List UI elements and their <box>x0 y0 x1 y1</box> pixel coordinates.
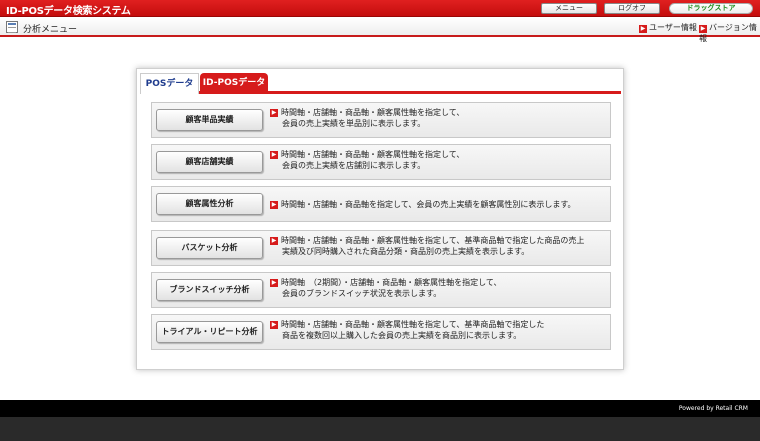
tab-bar: POSデータ ID-POSデータ <box>140 73 621 94</box>
arrow-right-icon: ▶ <box>270 321 278 329</box>
customer-attribute-analysis-button[interactable]: 顧客属性分析 <box>156 193 263 215</box>
arrow-right-icon: ▶ <box>270 151 278 159</box>
trial-repeat-analysis-button[interactable]: トライアル・リピート分析 <box>156 321 263 343</box>
description-line: 時間軸・店舗軸・商品軸・顧客属性軸を指定して、 <box>281 150 465 159</box>
row-description: 時間軸・店舗軸・商品軸・顧客属性軸を指定して、 会員の売上実績を単品別に表示しま… <box>281 107 611 129</box>
description-line: 会員のブランドスイッチ状況を表示します。 <box>282 289 442 298</box>
menu-row-trial-repeat: トライアル・リピート分析 ▶ 時間軸・店舗軸・商品軸・顧客属性軸を指定して、基準… <box>151 314 611 350</box>
top-header-bar: ID-POSデータ検索システム メニュー ログオフ ドラッグストア <box>0 0 760 17</box>
row-description: 時間軸・店舗軸・商品軸を指定して、会員の売上実績を顧客属性別に表示します。 <box>281 199 611 210</box>
customer-store-results-button[interactable]: 顧客店舗実績 <box>156 151 263 173</box>
footer-bar: Powered by Retail CRM <box>0 400 760 417</box>
menu-list-icon <box>6 21 18 33</box>
version-info-link[interactable]: ▶ バージョン情報 <box>699 22 760 44</box>
menu-row-brand-switch: ブランドスイッチ分析 ▶ 時間軸 （2期間）・店舗軸・商品軸・顧客属性軸を指定し… <box>151 272 611 308</box>
description-line: 会員の売上実績を単品別に表示します。 <box>282 119 426 128</box>
customer-item-results-button[interactable]: 顧客単品実績 <box>156 109 263 131</box>
description-line: 商品を複数回以上購入した会員の売上実績を商品別に表示します。 <box>282 331 522 340</box>
row-description: 時間軸・店舗軸・商品軸・顧客属性軸を指定して、 会員の売上実績を店舗別に表示しま… <box>281 149 611 171</box>
brand-switch-analysis-button[interactable]: ブランドスイッチ分析 <box>156 279 263 301</box>
description-line: 時間軸・店舗軸・商品軸・顧客属性軸を指定して、 <box>281 108 465 117</box>
version-info-label: バージョン情報 <box>699 23 757 43</box>
row-description: 時間軸 （2期間）・店舗軸・商品軸・顧客属性軸を指定して、 会員のブランドスイッ… <box>281 277 611 299</box>
description-line: 会員の売上実績を店舗別に表示します。 <box>282 161 426 170</box>
arrow-right-icon: ▶ <box>270 279 278 287</box>
menu-row-customer-store: 顧客店舗実績 ▶ 時間軸・店舗軸・商品軸・顧客属性軸を指定して、 会員の売上実績… <box>151 144 611 180</box>
description-line: 時間軸 （2期間）・店舗軸・商品軸・顧客属性軸を指定して、 <box>281 278 502 287</box>
arrow-right-icon: ▶ <box>270 201 278 209</box>
menu-row-basket: バスケット分析 ▶ 時間軸・店舗軸・商品軸・顧客属性軸を指定して、基準商品軸で指… <box>151 230 611 266</box>
description-line: 時間軸・店舗軸・商品軸・顧客属性軸を指定して、基準商品軸で指定した商品の売上 <box>281 236 585 245</box>
app-title: ID-POSデータ検索システム <box>6 6 131 17</box>
footer: Powered by Retail CRM <box>0 400 760 441</box>
description-line: 時間軸・店舗軸・商品軸・顧客属性軸を指定して、基準商品軸で指定した <box>281 320 545 329</box>
arrow-right-icon: ▶ <box>699 25 707 33</box>
page-title: 分析メニュー <box>23 25 78 35</box>
menu-button[interactable]: メニュー <box>541 3 597 14</box>
description-line: 時間軸・店舗軸・商品軸を指定して、会員の売上実績を顧客属性別に表示します。 <box>281 200 576 209</box>
powered-by-text: Powered by Retail CRM <box>678 405 748 412</box>
tab-id-pos-data[interactable]: ID-POSデータ <box>200 73 268 94</box>
description-line: 実績及び同時購入された商品分類・商品別の売上実績を表示します。 <box>282 247 530 256</box>
menu-row-customer-attribute: 顧客属性分析 ▶ 時間軸・店舗軸・商品軸を指定して、会員の売上実績を顧客属性別に… <box>151 186 611 222</box>
menu-row-customer-item: 顧客単品実績 ▶ 時間軸・店舗軸・商品軸・顧客属性軸を指定して、 会員の売上実績… <box>151 102 611 138</box>
basket-analysis-button[interactable]: バスケット分析 <box>156 237 263 259</box>
tab-pos-data[interactable]: POSデータ <box>140 73 199 94</box>
user-info-label: ユーザー情報 <box>649 23 697 32</box>
row-description: 時間軸・店舗軸・商品軸・顧客属性軸を指定して、基準商品軸で指定した商品の売上 実… <box>281 235 611 257</box>
arrow-right-icon: ▶ <box>270 237 278 245</box>
analysis-menu-panel: POSデータ ID-POSデータ 顧客単品実績 ▶ 時間軸・店舗軸・商品軸・顧客… <box>136 68 624 370</box>
row-description: 時間軸・店舗軸・商品軸・顧客属性軸を指定して、基準商品軸で指定した 商品を複数回… <box>281 319 611 341</box>
arrow-right-icon: ▶ <box>639 25 647 33</box>
arrow-right-icon: ▶ <box>270 109 278 117</box>
store-button[interactable]: ドラッグストア <box>669 3 753 14</box>
user-info-link[interactable]: ▶ ユーザー情報 <box>639 22 697 33</box>
logout-button[interactable]: ログオフ <box>604 3 660 14</box>
sub-header-bar: 分析メニュー ▶ ユーザー情報 ▶ バージョン情報 <box>0 18 760 43</box>
